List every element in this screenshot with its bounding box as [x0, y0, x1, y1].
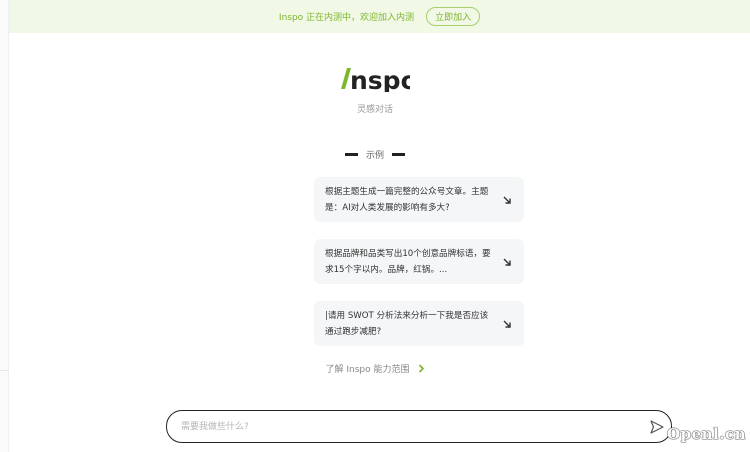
page-subtitle: 灵感对话 [356, 105, 393, 115]
chat-input[interactable] [181, 419, 621, 435]
example-card-3[interactable]: |请用 SWOT 分析法来分析一下我是否应该通过跑步减肥? [314, 301, 524, 346]
example-card-text: |请用 SWOT 分析法来分析一下我是否应该通过跑步减肥? [325, 311, 489, 337]
dash-left [344, 153, 358, 156]
watermark-logo: Openl.cn [667, 425, 746, 443]
example-card-text: 根据品牌和品类写出10个创意品牌标语，要求15个字以内。品牌，红锅。... [325, 249, 491, 275]
example-card-2[interactable]: 根据品牌和品类写出10个创意品牌标语，要求15个字以内。品牌，红锅。... [314, 239, 524, 284]
inspo-logo: nspo [0, 62, 750, 92]
examples-header: 示例 [0, 148, 750, 161]
join-beta-button[interactable]: 立即加入 [426, 7, 481, 26]
arrow-down-right-icon [503, 320, 511, 328]
banner-text: Inspo 正在内测中，欢迎加入内测 [278, 13, 415, 23]
svg-text:nspo: nspo [350, 66, 410, 92]
send-icon[interactable] [649, 419, 665, 435]
beta-banner: Inspo 正在内测中，欢迎加入内测 立即加入 [9, 0, 750, 33]
examples-label: 示例 [365, 151, 384, 161]
chevron-right-icon [418, 364, 424, 373]
arrow-down-right-icon [503, 196, 511, 204]
logo-mark: nspo [341, 66, 410, 92]
dash-right [392, 153, 405, 156]
chat-composer [166, 410, 672, 443]
example-card-text: 根据主题生成一篇完整的公众号文章。主题是：AI对人类发展的影响有多大? [325, 187, 489, 213]
arrow-down-right-icon [503, 258, 511, 266]
example-card-1[interactable]: 根据主题生成一篇完整的公众号文章。主题是：AI对人类发展的影响有多大? [314, 177, 524, 222]
learn-capabilities-link[interactable]: 了解 Inspo 能力范围 [0, 362, 750, 375]
learn-capabilities-label: 了解 Inspo 能力范围 [325, 365, 410, 375]
